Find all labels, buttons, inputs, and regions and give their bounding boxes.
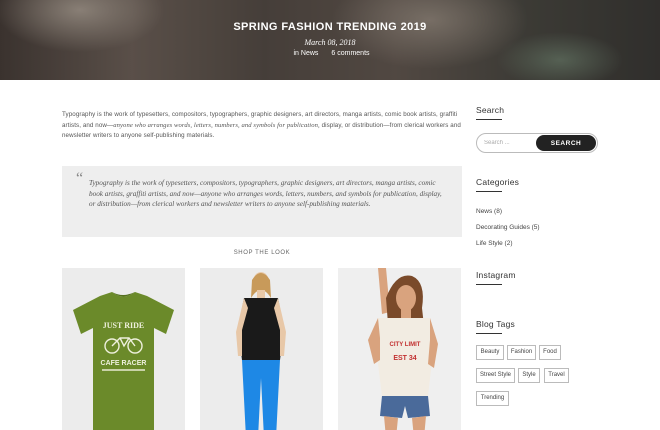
blockquote: “ Typography is the work of typesetters,… [62,166,462,237]
search-input[interactable] [484,137,536,149]
blog-tags-widget-title: Blog Tags [476,319,515,329]
tag-beauty[interactable]: Beauty [476,345,504,360]
search-form: SEARCH [476,133,598,153]
search-widget-title: Search [476,105,505,115]
model-white-tee-image: CITY LIMIT EST 34 [338,268,461,430]
product-white-tee[interactable]: CITY LIMIT EST 34 [338,268,461,430]
categories-widget: Categories News (8) Decorating Guides (5… [476,177,600,252]
intro-paragraph: Typography is the work of typesetters, c… [62,110,462,142]
hero-banner: SPRING FASHION TRENDING 2019 March 08, 2… [0,0,660,80]
tshirt-print-line1: JUST RIDE [103,321,144,330]
instagram-widget: Instagram [476,270,600,285]
shop-the-look-heading: SHOP THE LOOK [233,250,291,256]
title-underline [476,191,502,192]
title-underline [476,119,502,120]
category-item-decorating-guides[interactable]: Decorating Guides (5) [476,220,600,236]
category-item-news[interactable]: News (8) [476,204,600,220]
search-button[interactable]: SEARCH [536,135,596,151]
title-underline [476,284,502,285]
post-meta: in News 6 comments [0,50,660,57]
intro-emphasis: anyone who arranges words, letters, numb… [113,121,320,129]
tshirt-image: JUST RIDE CAFE RACER [62,268,185,430]
post-date: March 08, 2018 [304,38,356,47]
tag-trending[interactable]: Trending [476,391,509,406]
tag-travel[interactable]: Travel [544,368,569,383]
sidebar: Search SEARCH Categories News (8) Decora… [476,105,600,406]
product-black-top[interactable] [200,268,323,430]
tee-print-line1: CITY LIMIT [390,342,421,348]
tee-print-line2: EST 34 [393,355,416,362]
quote-text: Typography is the work of typesetters, c… [89,179,442,208]
category-list: News (8) Decorating Guides (5) Life Styl… [476,204,600,252]
title-underline [476,333,502,334]
tshirt-print-line2: CAFE RACER [101,360,147,367]
category-link[interactable]: News [301,50,319,57]
comments-link[interactable]: 6 comments [331,50,369,57]
post-title: SPRING FASHION TRENDING 2019 [233,21,427,33]
category-item-life-style[interactable]: Life Style (2) [476,236,600,252]
model-black-top-image [200,268,323,430]
hero-content: SPRING FASHION TRENDING 2019 March 08, 2… [0,0,660,80]
tag-fashion[interactable]: Fashion [507,345,536,360]
tag-food[interactable]: Food [539,345,561,360]
in-label: in [293,50,299,57]
tag-style[interactable]: Style [518,368,540,383]
categories-widget-title: Categories [476,177,520,187]
product-tshirt[interactable]: JUST RIDE CAFE RACER [62,268,185,430]
quote-icon: “ [76,170,84,187]
article-body: Typography is the work of typesetters, c… [62,110,462,430]
instagram-widget-title: Instagram [476,270,516,280]
product-grid: JUST RIDE CAFE RACER CITY LIMIT EST 34 [62,268,462,430]
tag-street-style[interactable]: Street Style [476,368,515,383]
search-widget: Search SEARCH [476,105,600,153]
blog-tags-widget: Blog Tags Beauty Fashion Food Street Sty… [476,319,600,406]
